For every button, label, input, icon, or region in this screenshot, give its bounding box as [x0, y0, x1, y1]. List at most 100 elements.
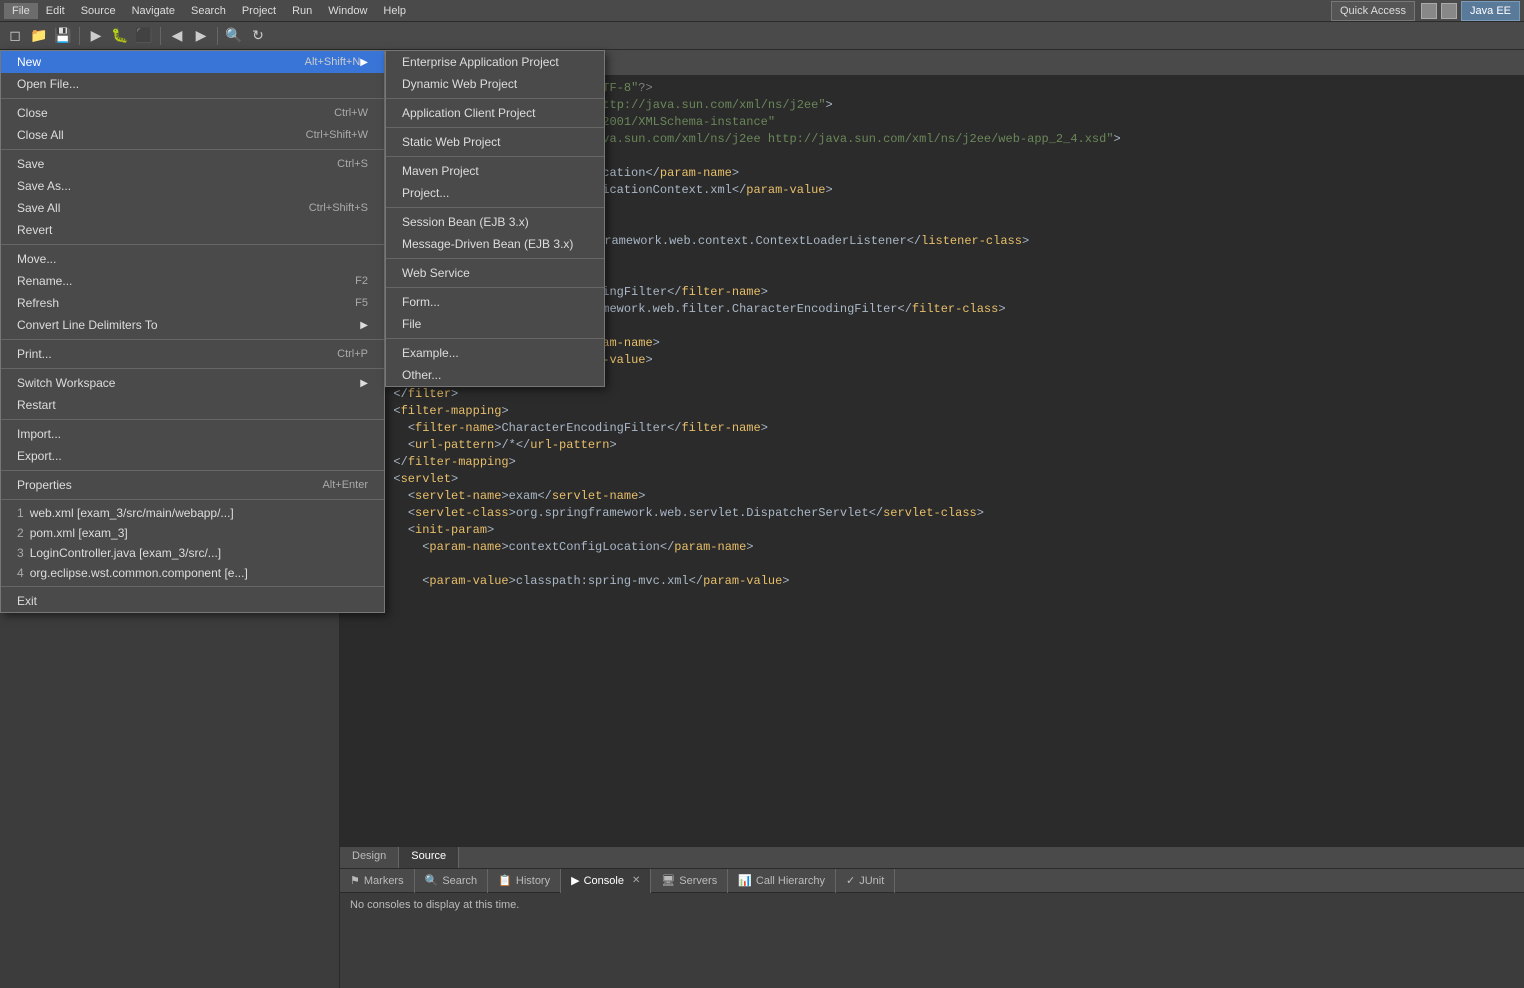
- bottom-tab-markers[interactable]: ⚑ Markers: [340, 869, 415, 893]
- bottom-tab-console[interactable]: ▶ Console ✕: [561, 869, 651, 893]
- bottom-tab-search[interactable]: 🔍 Search: [415, 869, 489, 893]
- menu-item-move[interactable]: Move...: [1, 248, 384, 270]
- bottom-tab-call-hierarchy[interactable]: 📊 Call Hierarchy: [728, 869, 836, 893]
- toolbar-sep1: [79, 27, 80, 45]
- submenu-static-web[interactable]: Static Web Project: [386, 131, 604, 153]
- dropdown-sep1: [1, 98, 384, 99]
- java-ee-label: Java EE: [1470, 5, 1511, 17]
- submenu-form-label: Form...: [402, 295, 440, 309]
- menu-item-exit[interactable]: Exit: [1, 590, 384, 612]
- junit-icon: ✓: [846, 874, 855, 887]
- code-line-22: <url-pattern>/*</url-pattern>: [340, 437, 1524, 454]
- menu-item-refresh[interactable]: Refresh F5: [1, 292, 384, 314]
- menu-item-save-all-shortcut: Ctrl+Shift+S: [309, 202, 368, 214]
- menu-item-export[interactable]: Export...: [1, 445, 384, 467]
- menu-edit[interactable]: Edit: [38, 3, 73, 19]
- menu-item-save-shortcut: Ctrl+S: [337, 158, 368, 170]
- console-close-icon[interactable]: ✕: [632, 875, 640, 886]
- submenu-maven-label: Maven Project: [402, 164, 479, 178]
- java-ee-button[interactable]: Java EE: [1461, 1, 1520, 21]
- recent-file-3[interactable]: 3 LoginController.java [exam_3/src/...]: [1, 543, 384, 563]
- toolbar-save[interactable]: 💾: [52, 25, 74, 47]
- recent-file-3-label: LoginController.java [exam_3/src/...]: [30, 546, 221, 560]
- menu-item-new-shortcut: Alt+Shift+N: [305, 56, 361, 68]
- menu-source[interactable]: Source: [73, 3, 124, 19]
- submenu-enterprise-app[interactable]: Enterprise Application Project: [386, 51, 604, 73]
- quick-access-button[interactable]: Quick Access: [1331, 1, 1415, 21]
- recent-file-2-num: 2: [17, 526, 24, 540]
- editor-bottom-tabs: Design Source: [340, 846, 1524, 868]
- submenu-project[interactable]: Project...: [386, 182, 604, 204]
- tab-source[interactable]: Source: [399, 847, 459, 868]
- toolbar-forward[interactable]: ▶: [190, 25, 212, 47]
- bottom-tab-junit[interactable]: ✓ JUnit: [836, 869, 895, 893]
- menu-item-switch-workspace[interactable]: Switch Workspace ▶: [1, 372, 384, 394]
- menu-navigate[interactable]: Navigate: [124, 3, 183, 19]
- menu-item-save-all[interactable]: Save All Ctrl+Shift+S: [1, 197, 384, 219]
- menu-run[interactable]: Run: [284, 3, 320, 19]
- menu-item-save[interactable]: Save Ctrl+S: [1, 153, 384, 175]
- recent-file-2-label: pom.xml [exam_3]: [30, 526, 128, 540]
- menu-item-rename[interactable]: Rename... F2: [1, 270, 384, 292]
- menu-item-save-as[interactable]: Save As...: [1, 175, 384, 197]
- recent-file-1[interactable]: 1 web.xml [exam_3/src/main/webapp/...]: [1, 503, 384, 523]
- submenu-dynamic-web[interactable]: Dynamic Web Project: [386, 73, 604, 95]
- submenu-web-service[interactable]: Web Service: [386, 262, 604, 284]
- menu-item-close-all[interactable]: Close All Ctrl+Shift+W: [1, 124, 384, 146]
- toolbar-new[interactable]: ◻: [4, 25, 26, 47]
- console-icon: ▶: [571, 874, 579, 887]
- menu-item-print[interactable]: Print... Ctrl+P: [1, 343, 384, 365]
- submenu-maven[interactable]: Maven Project: [386, 160, 604, 182]
- submenu-session-bean[interactable]: Session Bean (EJB 3.x): [386, 211, 604, 233]
- toolbar-search[interactable]: 🔍: [223, 25, 245, 47]
- menu-help[interactable]: Help: [375, 3, 414, 19]
- submenu-app-client[interactable]: Application Client Project: [386, 102, 604, 124]
- toolbar-sep2: [160, 27, 161, 45]
- menu-item-print-label: Print...: [17, 347, 337, 361]
- bottom-tab-search-label: Search: [442, 875, 477, 887]
- recent-file-4[interactable]: 4 org.eclipse.wst.common.component [e...…: [1, 563, 384, 583]
- bottom-tab-history[interactable]: 📋 History: [488, 869, 561, 893]
- recent-file-2[interactable]: 2 pom.xml [exam_3]: [1, 523, 384, 543]
- menu-item-close[interactable]: Close Ctrl+W: [1, 102, 384, 124]
- bottom-tab-markers-label: Markers: [364, 875, 404, 887]
- menu-file[interactable]: File: [4, 3, 38, 19]
- bottom-tab-servers[interactable]: 🖥 Servers: [651, 869, 728, 893]
- submenu-static-web-label: Static Web Project: [402, 135, 500, 149]
- menu-item-properties[interactable]: Properties Alt+Enter: [1, 474, 384, 496]
- submenu-file[interactable]: File: [386, 313, 604, 335]
- dropdown-sep8: [1, 499, 384, 500]
- menu-project[interactable]: Project: [234, 3, 284, 19]
- code-line-31: 31 <param-value>classpath:spring-mvc.xml…: [340, 573, 1524, 590]
- toolbar-refresh[interactable]: ↻: [247, 25, 269, 47]
- left-sidebar: New Alt+Shift+N ▶ Open File... Close Ctr…: [0, 50, 340, 988]
- tab-design[interactable]: Design: [340, 847, 399, 868]
- menu-item-export-label: Export...: [17, 449, 368, 463]
- toolbar-run[interactable]: ▶: [85, 25, 107, 47]
- console-message: No consoles to display at this time.: [350, 899, 519, 911]
- toolbar-debug[interactable]: 🐛: [109, 25, 131, 47]
- menu-item-revert[interactable]: Revert: [1, 219, 384, 241]
- menu-item-new[interactable]: New Alt+Shift+N ▶: [1, 51, 384, 73]
- submenu-form[interactable]: Form...: [386, 291, 604, 313]
- menu-item-restart[interactable]: Restart: [1, 394, 384, 416]
- toolbar-back[interactable]: ◀: [166, 25, 188, 47]
- submenu-other[interactable]: Other...: [386, 364, 604, 386]
- submenu-example[interactable]: Example...: [386, 342, 604, 364]
- menu-item-rename-shortcut: F2: [355, 275, 368, 287]
- perspective-icon: [1421, 3, 1437, 19]
- search-icon: 🔍: [425, 874, 439, 887]
- menu-window[interactable]: Window: [320, 3, 375, 19]
- menu-item-open-file[interactable]: Open File...: [1, 73, 384, 95]
- recent-file-4-label: org.eclipse.wst.common.component [e...]: [30, 566, 248, 580]
- submenu-message-bean[interactable]: Message-Driven Bean (EJB 3.x): [386, 233, 604, 255]
- menu-item-convert-line[interactable]: Convert Line Delimiters To ▶: [1, 314, 384, 336]
- menu-item-close-all-shortcut: Ctrl+Shift+W: [306, 129, 368, 141]
- dropdown-sep5: [1, 368, 384, 369]
- menu-item-open-file-label: Open File...: [17, 77, 368, 91]
- toolbar-open[interactable]: 📁: [28, 25, 50, 47]
- toolbar-stop[interactable]: ⬛: [133, 25, 155, 47]
- menu-item-import[interactable]: Import...: [1, 423, 384, 445]
- menu-item-save-as-label: Save As...: [17, 179, 368, 193]
- menu-search[interactable]: Search: [183, 3, 234, 19]
